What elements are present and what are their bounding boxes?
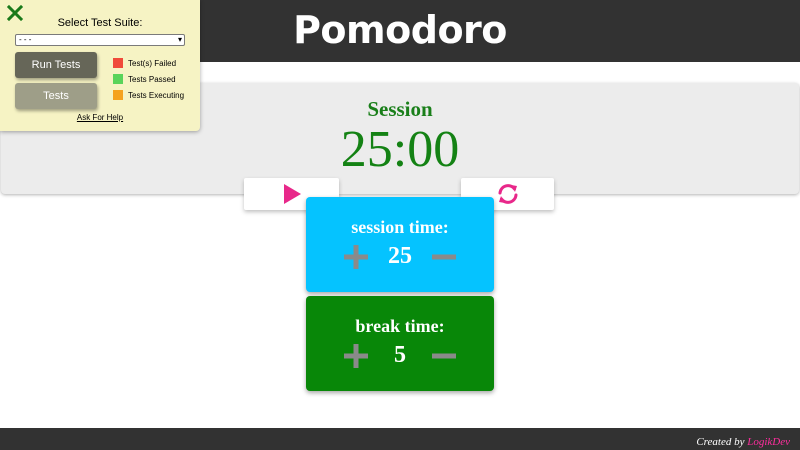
break-length-card: break time: 5 <box>306 296 494 391</box>
ask-for-help-link[interactable]: Ask For Help <box>0 113 200 122</box>
test-suite-select[interactable]: - - - ▾ <box>15 34 185 46</box>
break-length-value: 5 <box>394 342 406 368</box>
run-tests-button[interactable]: Run Tests <box>15 52 97 78</box>
footer-prefix: Created by <box>696 436 745 448</box>
test-suite-heading: Select Test Suite: <box>57 17 143 29</box>
legend-passed-label: Tests Passed <box>128 74 176 84</box>
session-decrement-icon[interactable] <box>432 245 456 269</box>
break-increment-icon[interactable] <box>344 344 368 368</box>
tests-button[interactable]: Tests <box>15 83 97 109</box>
legend-executing: Tests Executing <box>113 90 184 100</box>
legend-passed: Tests Passed <box>113 74 176 84</box>
legend-executing-label: Tests Executing <box>128 90 185 100</box>
session-increment-icon[interactable] <box>344 245 368 269</box>
break-length-label: break time: <box>355 316 445 336</box>
legend-failed: Test(s) Failed <box>113 58 176 68</box>
legend-failed-label: Test(s) Failed <box>128 58 177 68</box>
chevron-down-icon: ▾ <box>177 35 182 44</box>
executing-swatch <box>113 90 123 100</box>
test-suite-select-value: - - - <box>19 35 32 44</box>
app-root: Pomodoro Session 25:00 session time: 25 … <box>0 0 800 450</box>
failed-swatch <box>113 58 123 68</box>
break-decrement-icon[interactable] <box>432 344 456 368</box>
footer-author-link[interactable]: LogikDev <box>747 436 790 448</box>
footer-credit: Created by LogikDev <box>696 436 790 448</box>
play-icon <box>283 184 301 204</box>
test-suite-panel: Select Test Suite: - - - ▾ Run Tests Tes… <box>0 0 200 131</box>
refresh-icon <box>498 184 517 204</box>
footer-bar: Created by LogikDev <box>0 428 800 450</box>
session-length-label: session time: <box>351 217 449 237</box>
passed-swatch <box>113 74 123 84</box>
session-length-card: session time: 25 <box>306 197 494 292</box>
session-length-value: 25 <box>388 243 412 269</box>
